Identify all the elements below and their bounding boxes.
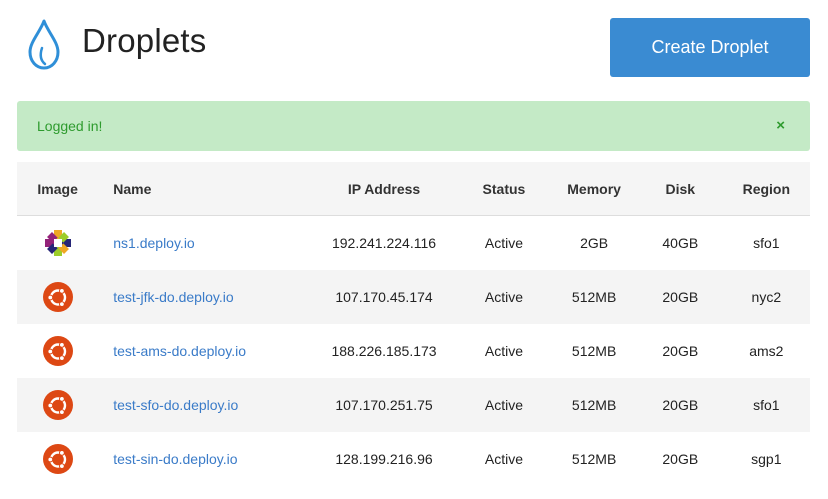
ubuntu-icon	[42, 336, 73, 366]
region-cell: sfo1	[753, 235, 780, 251]
region-cell: nyc2	[722, 270, 810, 324]
column-header-memory[interactable]: Memory	[550, 162, 638, 216]
column-header-disk[interactable]: Disk	[637, 162, 723, 216]
droplet-name-link[interactable]: test-sin-do.deploy.io	[113, 451, 237, 467]
disk-cell: 20GB	[637, 378, 723, 432]
success-alert: Logged in! ×	[17, 101, 810, 151]
disk-cell: 20GB	[662, 343, 699, 359]
ubuntu-icon	[42, 444, 73, 474]
name-cell: ns1.deploy.io	[98, 216, 310, 271]
column-header-region[interactable]: Region	[722, 162, 810, 216]
create-droplet-button[interactable]: Create Droplet	[610, 18, 810, 77]
table-row[interactable]: test-jfk-do.deploy.io 107.170.45.174 Act…	[17, 270, 810, 324]
image-cell	[17, 378, 99, 432]
close-icon[interactable]: ×	[776, 118, 785, 134]
ip-cell: 188.226.185.173	[331, 343, 437, 359]
ip-cell: 107.170.45.174	[310, 270, 458, 324]
name-cell: test-sfo-do.deploy.io	[98, 378, 311, 432]
disk-cell: 20GB	[662, 451, 699, 467]
memory-cell: 512MB	[571, 343, 617, 359]
ubuntu-icon	[42, 390, 73, 420]
table-header-row: Image Name IP Address Status Memory Disk…	[17, 162, 810, 216]
name-cell: test-ams-do.deploy.io	[98, 324, 310, 378]
image-cell	[17, 324, 98, 378]
column-header-image[interactable]: Image	[17, 162, 99, 216]
disk-cell: 20GB	[637, 270, 723, 324]
table-row[interactable]: test-sfo-do.deploy.io 107.170.251.75 Act…	[17, 378, 810, 432]
name-cell: test-jfk-do.deploy.io	[98, 270, 311, 324]
droplet-logo-icon	[28, 19, 60, 70]
memory-cell: 512MB	[550, 270, 638, 324]
centos-icon	[44, 230, 71, 256]
ip-cell: 107.170.251.75	[310, 378, 458, 432]
status-cell: Active	[457, 378, 551, 432]
memory-cell: 2GB	[580, 235, 609, 251]
column-header-ip-address[interactable]: IP Address	[310, 162, 458, 216]
alert-message: Logged in!	[37, 118, 103, 134]
image-cell	[17, 216, 98, 271]
table-row[interactable]: ns1.deploy.io 192.241.224.116 Active 2GB…	[17, 216, 810, 271]
droplet-name-link[interactable]: test-ams-do.deploy.io	[113, 343, 246, 359]
region-cell: sfo1	[722, 378, 810, 432]
status-cell: Active	[457, 270, 551, 324]
column-header-status[interactable]: Status	[457, 162, 551, 216]
ip-cell: 192.241.224.116	[331, 235, 437, 251]
memory-cell: 512MB	[550, 378, 638, 432]
disk-cell: 40GB	[662, 235, 699, 251]
column-header-name[interactable]: Name	[98, 162, 311, 216]
status-cell: Active	[484, 235, 523, 251]
droplet-name-link[interactable]: ns1.deploy.io	[113, 235, 194, 251]
page-title: Droplets	[82, 22, 207, 59]
table-row[interactable]: test-sin-do.deploy.io 128.199.216.96 Act…	[17, 432, 810, 486]
name-cell: test-sin-do.deploy.io	[98, 432, 310, 486]
ip-cell: 128.199.216.96	[335, 451, 433, 467]
table-row[interactable]: test-ams-do.deploy.io 188.226.185.173 Ac…	[17, 324, 810, 378]
memory-cell: 512MB	[571, 451, 617, 467]
ubuntu-icon	[42, 282, 73, 312]
status-cell: Active	[484, 451, 523, 467]
image-cell	[17, 270, 99, 324]
droplets-table: Image Name IP Address Status Memory Disk…	[17, 162, 810, 486]
page-header: Droplets Create Droplet	[0, 0, 828, 100]
droplet-name-link[interactable]: test-sfo-do.deploy.io	[113, 397, 238, 413]
region-cell: sgp1	[751, 451, 782, 467]
region-cell: ams2	[749, 343, 784, 359]
droplet-name-link[interactable]: test-jfk-do.deploy.io	[113, 289, 233, 305]
image-cell	[17, 432, 98, 486]
status-cell: Active	[484, 343, 523, 359]
